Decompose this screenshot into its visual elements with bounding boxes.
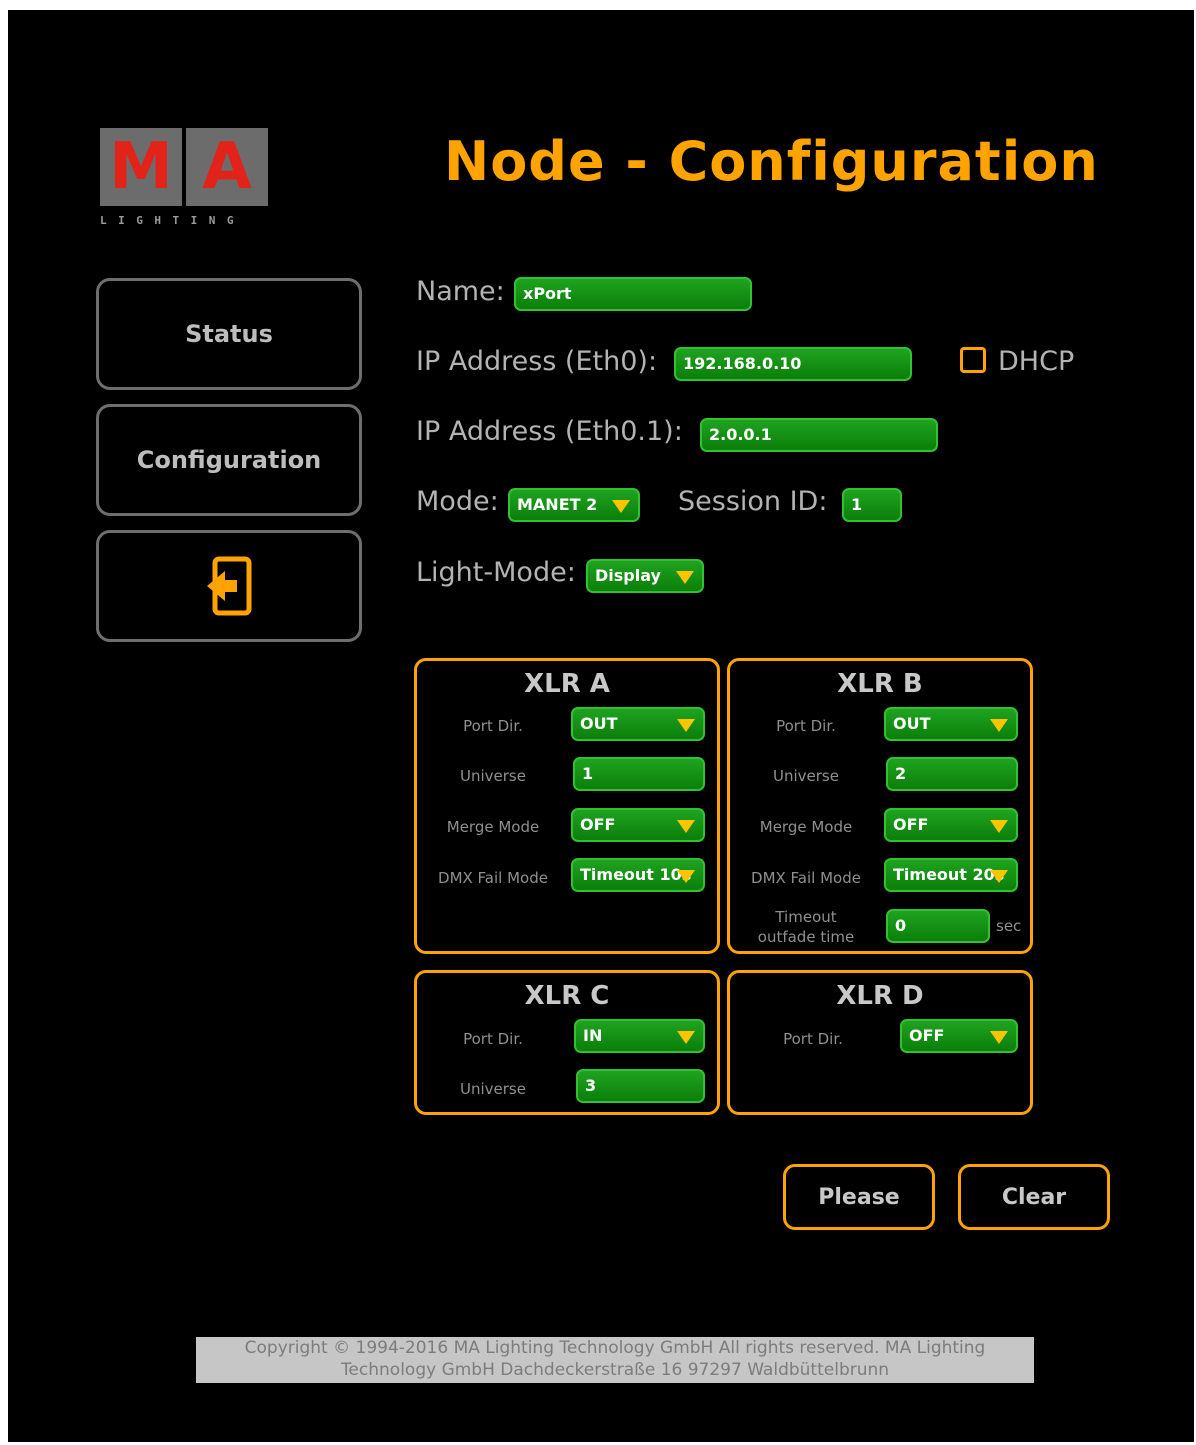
chevron-down-icon <box>990 870 1008 883</box>
dhcp-label: DHCP <box>998 346 1075 377</box>
xlr-b-timeout-label-line1: Timeout <box>775 908 837 926</box>
session-id-field[interactable]: 1 <box>842 488 902 522</box>
xlr-c-port-dir-value: IN <box>583 1026 603 1045</box>
xlr-a-dmx-fail-label: DMX Fail Mode <box>438 869 548 887</box>
xlr-b-panel: XLR B Port Dir. OUT Universe 2 Merge Mod… <box>727 658 1033 954</box>
xlr-d-port-dir-select[interactable]: OFF <box>900 1019 1018 1053</box>
clear-button[interactable]: Clear <box>958 1164 1110 1230</box>
xlr-b-timeout-unit: sec <box>996 917 1022 935</box>
mode-label: Mode: <box>416 486 499 517</box>
xlr-b-dmx-fail-value: Timeout 20s <box>893 865 1005 884</box>
xlr-b-timeout-label-line2: outfade time <box>757 928 855 946</box>
ip-eth0-label: IP Address (Eth0): <box>416 346 658 377</box>
xlr-a-title: XLR A <box>524 669 610 699</box>
xlr-a-universe-label: Universe <box>460 767 526 785</box>
ip-eth01-field[interactable]: 2.0.0.1 <box>700 418 938 452</box>
configuration-button[interactable]: Configuration <box>96 404 362 516</box>
name-field[interactable]: xPort <box>514 277 752 311</box>
light-mode-select-value: Display <box>595 566 661 585</box>
xlr-b-merge-mode-label: Merge Mode <box>759 818 853 836</box>
session-id-label: Session ID: <box>678 486 828 517</box>
xlr-c-panel: XLR C Port Dir. IN Universe 3 <box>414 970 720 1115</box>
please-button[interactable]: Please <box>783 1164 935 1230</box>
light-mode-select[interactable]: Display <box>586 559 704 593</box>
chevron-down-icon <box>677 870 695 883</box>
xlr-a-merge-mode-label: Merge Mode <box>446 818 540 836</box>
chevron-down-icon <box>990 1031 1008 1044</box>
logo-letter-a: A <box>186 128 268 206</box>
footer-line-2: Technology GmbH Dachdeckerstraße 16 9729… <box>340 1360 890 1380</box>
ip-eth01-label: IP Address (Eth0.1): <box>416 416 683 447</box>
xlr-b-merge-mode-select[interactable]: OFF <box>884 808 1018 842</box>
chevron-down-icon <box>676 571 694 584</box>
xlr-c-universe-label: Universe <box>460 1080 526 1098</box>
chevron-down-icon <box>612 500 630 513</box>
chevron-down-icon <box>677 820 695 833</box>
xlr-b-universe-field[interactable]: 2 <box>886 757 1018 791</box>
chevron-down-icon <box>990 820 1008 833</box>
xlr-a-dmx-fail-select[interactable]: Timeout 10s <box>571 858 705 892</box>
xlr-b-port-dir-value: OUT <box>893 714 931 733</box>
footer-line-1: Copyright © 1994-2016 MA Lighting Techno… <box>244 1338 986 1358</box>
name-label: Name: <box>416 276 505 307</box>
xlr-d-port-dir-value: OFF <box>909 1026 945 1045</box>
xlr-b-timeout-field[interactable]: 0 <box>886 909 990 943</box>
logout-button[interactable] <box>96 530 362 642</box>
xlr-b-dmx-fail-select[interactable]: Timeout 20s <box>884 858 1018 892</box>
xlr-c-port-dir-label: Port Dir. <box>463 1030 523 1048</box>
ip-eth0-field[interactable]: 192.168.0.10 <box>674 347 912 381</box>
logout-icon <box>207 556 252 616</box>
xlr-a-dmx-fail-value: Timeout 10s <box>580 865 692 884</box>
xlr-d-panel: XLR D Port Dir. OFF <box>727 970 1033 1115</box>
mode-select[interactable]: MANET 2 <box>508 488 640 522</box>
ma-lighting-logo: M A LIGHTING <box>100 128 276 233</box>
logo-letter-m: M <box>100 128 182 206</box>
app-screen: M A LIGHTING Node - Configuration Status… <box>8 10 1194 1442</box>
dhcp-checkbox[interactable] <box>960 347 986 373</box>
xlr-b-port-dir-label: Port Dir. <box>776 717 836 735</box>
mode-select-value: MANET 2 <box>517 495 598 514</box>
xlr-a-port-dir-label: Port Dir. <box>463 717 523 735</box>
xlr-a-merge-mode-select[interactable]: OFF <box>571 808 705 842</box>
xlr-d-title: XLR D <box>836 981 924 1011</box>
xlr-a-port-dir-value: OUT <box>580 714 618 733</box>
xlr-b-timeout-label: Timeout outfade time <box>736 907 876 947</box>
xlr-a-panel: XLR A Port Dir. OUT Universe 1 Merge Mod… <box>414 658 720 954</box>
xlr-b-universe-label: Universe <box>773 767 839 785</box>
status-button[interactable]: Status <box>96 278 362 390</box>
xlr-a-merge-mode-value: OFF <box>580 815 616 834</box>
logo-subtitle: LIGHTING <box>100 214 245 227</box>
chevron-down-icon <box>677 719 695 732</box>
copyright-footer: Copyright © 1994-2016 MA Lighting Techno… <box>196 1337 1034 1383</box>
xlr-b-merge-mode-value: OFF <box>893 815 929 834</box>
xlr-c-port-dir-select[interactable]: IN <box>574 1019 705 1053</box>
light-mode-label: Light-Mode: <box>416 557 576 588</box>
page-title: Node - Configuration <box>444 130 1099 193</box>
xlr-b-dmx-fail-label: DMX Fail Mode <box>751 869 861 887</box>
chevron-down-icon <box>677 1031 695 1044</box>
xlr-a-port-dir-select[interactable]: OUT <box>571 707 705 741</box>
xlr-c-universe-field[interactable]: 3 <box>576 1069 705 1103</box>
xlr-b-title: XLR B <box>837 669 923 699</box>
xlr-d-port-dir-label: Port Dir. <box>783 1030 843 1048</box>
chevron-down-icon <box>990 719 1008 732</box>
xlr-c-title: XLR C <box>524 981 610 1011</box>
xlr-b-port-dir-select[interactable]: OUT <box>884 707 1018 741</box>
xlr-a-universe-field[interactable]: 1 <box>573 757 705 791</box>
